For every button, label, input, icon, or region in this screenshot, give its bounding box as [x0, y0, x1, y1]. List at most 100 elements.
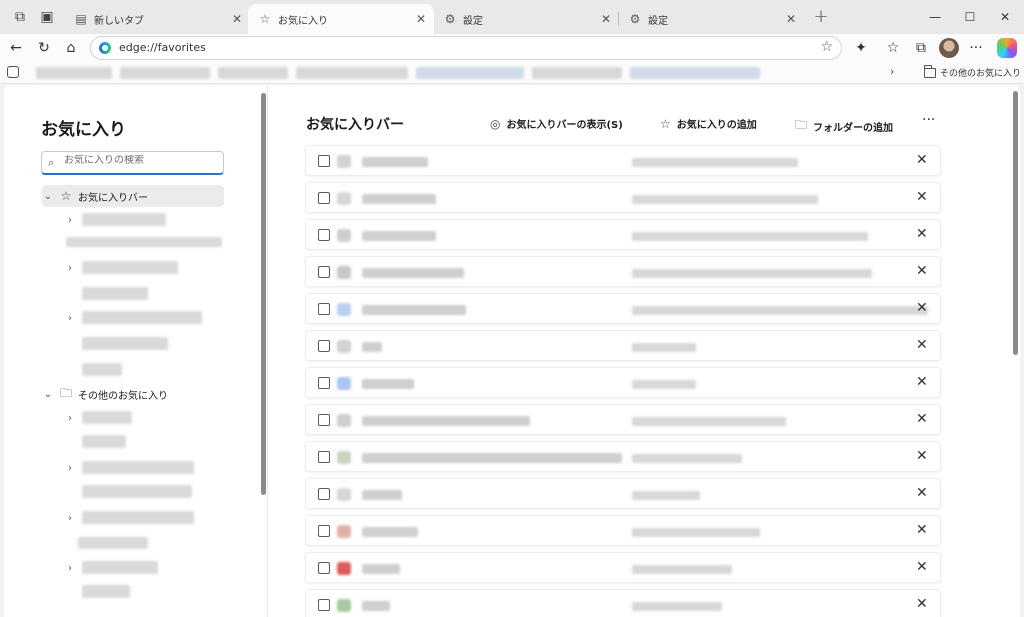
row-checkbox[interactable] [318, 599, 330, 611]
other-favorites-button[interactable]: その他のお気に入り [924, 64, 1021, 79]
favorite-row[interactable]: ✕ [305, 367, 941, 398]
favorite-name[interactable] [362, 490, 402, 500]
delete-icon[interactable]: ✕ [916, 596, 928, 612]
delete-icon[interactable]: ✕ [916, 300, 928, 316]
favorite-bar-item[interactable] [630, 67, 760, 79]
avatar[interactable] [939, 38, 959, 58]
delete-icon[interactable]: ✕ [916, 263, 928, 279]
favorite-name[interactable] [362, 453, 622, 463]
chevron-right-icon[interactable]: › [890, 65, 894, 78]
extensions-icon[interactable]: ✦ [850, 38, 872, 58]
delete-icon[interactable]: ✕ [916, 522, 928, 538]
tree-item-folder[interactable] [82, 485, 192, 498]
sidebar-scrollbar[interactable] [261, 93, 266, 495]
delete-icon[interactable]: ✕ [916, 152, 928, 168]
tree-item-folder[interactable] [82, 435, 126, 448]
search-field[interactable]: ⌕ [41, 151, 224, 175]
tree-item-folder[interactable] [82, 311, 202, 324]
add-favorite-button[interactable]: ☆ お気に入りの追加 [660, 116, 757, 132]
row-checkbox[interactable] [318, 303, 330, 315]
chevron-right-icon[interactable]: › [64, 463, 76, 474]
tree-item-other-favorites[interactable]: ⌄ 🗀 その他のお気に入り [42, 383, 224, 405]
tree-item-favorites-bar[interactable]: ⌄ ☆ お気に入りバー [42, 185, 224, 207]
delete-icon[interactable]: ✕ [916, 337, 928, 353]
favorite-bar-item[interactable] [218, 67, 288, 79]
add-folder-button[interactable]: 🗀 フォルダーの追加 [795, 116, 893, 137]
tab-new-tab[interactable]: ▤ 新しいタブ ✕ [64, 4, 250, 34]
address-bar[interactable]: edge://favorites ☆ [90, 36, 842, 60]
tab-settings[interactable]: ⚙ 設定 ✕ [433, 4, 619, 34]
delete-icon[interactable]: ✕ [916, 374, 928, 390]
row-checkbox[interactable] [318, 340, 330, 352]
workspaces-icon[interactable]: ⧉ [9, 7, 31, 27]
tree-item-folder[interactable] [66, 237, 222, 247]
chevron-right-icon[interactable]: › [64, 513, 76, 524]
chevron-right-icon[interactable]: › [64, 563, 76, 574]
home-icon[interactable]: ⌂ [60, 38, 82, 58]
tab-favorites[interactable]: ☆ お気に入り ✕ [248, 4, 434, 34]
search-input[interactable] [64, 155, 214, 166]
favorite-name[interactable] [362, 379, 414, 389]
favorite-row[interactable]: ✕ [305, 330, 941, 361]
close-window-button[interactable]: ✕ [993, 6, 1017, 28]
delete-icon[interactable]: ✕ [916, 559, 928, 575]
more-options-icon[interactable]: ··· [965, 38, 987, 58]
favorite-name[interactable] [362, 601, 390, 611]
row-checkbox[interactable] [318, 192, 330, 204]
favorite-name[interactable] [362, 157, 428, 167]
tree-item-folder[interactable] [82, 561, 158, 574]
tab-settings-2[interactable]: ⚙ 設定 ✕ [618, 4, 804, 34]
favorite-name[interactable] [362, 416, 530, 426]
favorite-name[interactable] [362, 268, 464, 278]
add-favorite-star-icon[interactable]: ☆ [820, 39, 833, 55]
tree-item-folder[interactable] [82, 213, 166, 226]
favorite-bar-item[interactable] [36, 67, 112, 79]
tree-item-folder[interactable] [82, 287, 148, 300]
favorites-bar-app-icon[interactable] [7, 66, 19, 78]
favorite-row[interactable]: ✕ [305, 219, 941, 250]
favorite-row[interactable]: ✕ [305, 145, 941, 176]
new-tab-button[interactable]: + [810, 5, 832, 27]
favorite-row[interactable]: ✕ [305, 552, 941, 583]
address-url[interactable]: edge://favorites [119, 41, 206, 54]
minimize-button[interactable]: — [923, 6, 947, 28]
chevron-right-icon[interactable]: › [64, 413, 76, 424]
favorite-row[interactable]: ✕ [305, 589, 941, 617]
favorite-row[interactable]: ✕ [305, 293, 941, 324]
tree-item-folder[interactable] [82, 337, 168, 350]
collections-icon[interactable]: ⧉ [910, 38, 932, 58]
delete-icon[interactable]: ✕ [916, 485, 928, 501]
vertical-tabs-icon[interactable]: ▣ [36, 7, 58, 27]
favorites-hub-icon[interactable]: ☆ [882, 38, 904, 58]
close-icon[interactable]: ✕ [601, 12, 611, 26]
row-checkbox[interactable] [318, 266, 330, 278]
row-checkbox[interactable] [318, 229, 330, 241]
more-options-button[interactable]: ··· [922, 112, 935, 128]
tree-item-folder[interactable] [82, 411, 132, 424]
delete-icon[interactable]: ✕ [916, 226, 928, 242]
favorite-row[interactable]: ✕ [305, 256, 941, 287]
delete-icon[interactable]: ✕ [916, 411, 928, 427]
row-checkbox[interactable] [318, 525, 330, 537]
delete-icon[interactable]: ✕ [916, 189, 928, 205]
maximize-button[interactable]: ☐ [958, 6, 982, 28]
favorite-row[interactable]: ✕ [305, 182, 941, 213]
copilot-icon[interactable] [997, 38, 1017, 58]
chevron-right-icon[interactable]: › [64, 313, 76, 324]
show-favorites-bar-button[interactable]: ◎ お気に入りバーの表示(S) [490, 116, 623, 132]
row-checkbox[interactable] [318, 562, 330, 574]
favorite-name[interactable] [362, 231, 436, 241]
favorite-row[interactable]: ✕ [305, 478, 941, 509]
row-checkbox[interactable] [318, 155, 330, 167]
tree-item-folder[interactable] [82, 461, 194, 474]
favorite-bar-item[interactable] [296, 67, 408, 79]
row-checkbox[interactable] [318, 488, 330, 500]
row-checkbox[interactable] [318, 414, 330, 426]
tree-item-folder[interactable] [82, 585, 130, 598]
tree-item-folder[interactable] [78, 537, 148, 549]
close-icon[interactable]: ✕ [786, 12, 796, 26]
chevron-right-icon[interactable]: › [64, 215, 76, 226]
row-checkbox[interactable] [318, 377, 330, 389]
favorite-name[interactable] [362, 564, 400, 574]
back-icon[interactable]: ← [5, 38, 27, 58]
